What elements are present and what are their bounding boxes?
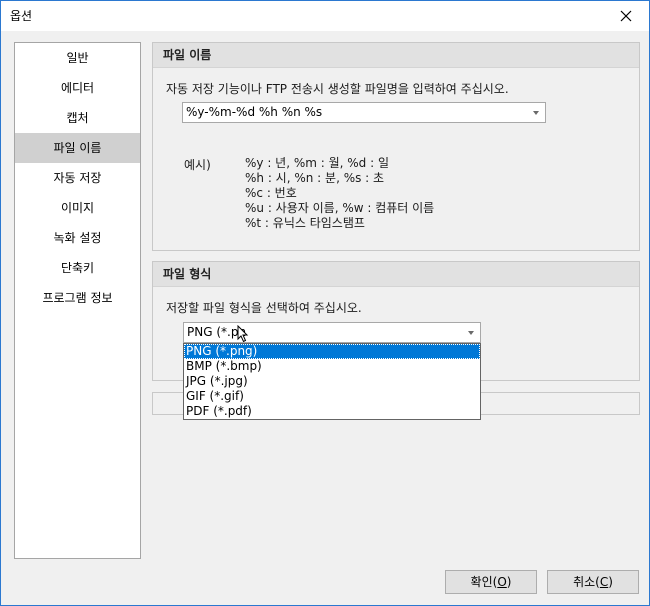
- file-format-dropdown-list: PNG (*.png) BMP (*.bmp) JPG (*.jpg) GIF …: [183, 343, 481, 420]
- chevron-down-icon[interactable]: [533, 111, 539, 115]
- example-line: %y : 년, %m : 월, %d : 일: [245, 156, 390, 170]
- format-option-bmp[interactable]: BMP (*.bmp): [184, 359, 480, 374]
- cancel-button-label-end: ): [608, 575, 613, 589]
- file-format-panel-header: 파일 형식: [153, 262, 639, 287]
- filename-pattern-value: %y-%m-%d %h %n %s: [186, 105, 323, 119]
- example-line: %t : 유닉스 타임스탬프: [245, 216, 365, 230]
- sidebar-item-filename[interactable]: 파일 이름: [15, 133, 140, 163]
- cancel-button-accelerator: C: [599, 575, 609, 589]
- sidebar-item-autosave[interactable]: 자동 저장: [15, 163, 140, 193]
- format-option-jpg[interactable]: JPG (*.jpg): [184, 374, 480, 389]
- example-line: %c : 번호: [245, 186, 297, 200]
- example-lines: %y : 년, %m : 월, %d : 일 %h : 시, %n : 분, %…: [245, 156, 434, 231]
- example-line: %h : 시, %n : 분, %s : 초: [245, 171, 385, 185]
- cancel-button[interactable]: 취소(C): [547, 570, 639, 594]
- sidebar-item-general[interactable]: 일반: [15, 43, 140, 73]
- format-option-pdf[interactable]: PDF (*.pdf): [184, 404, 480, 419]
- file-format-combo[interactable]: PNG (*.pn: [183, 322, 481, 343]
- filename-panel: 파일 이름 자동 저장 기능이나 FTP 전송시 생성할 파일명을 입력하여 주…: [152, 42, 640, 251]
- example-line: %u : 사용자 이름, %w : 컴퓨터 이름: [245, 201, 435, 215]
- close-button[interactable]: [603, 1, 649, 31]
- ok-button-accelerator: O: [497, 575, 507, 589]
- filename-pattern-combo[interactable]: %y-%m-%d %h %n %s: [182, 102, 546, 123]
- ok-button-label: 확인(: [470, 575, 498, 589]
- ok-button[interactable]: 확인(O): [445, 570, 537, 594]
- sidebar-item-image[interactable]: 이미지: [15, 193, 140, 223]
- title-bar: 옵션: [1, 1, 649, 31]
- file-format-description: 저장할 파일 형식을 선택하여 주십시오.: [166, 301, 362, 315]
- filename-panel-header: 파일 이름: [153, 43, 639, 68]
- chevron-down-icon[interactable]: [468, 331, 474, 335]
- sidebar-item-editor[interactable]: 에디터: [15, 73, 140, 103]
- example-label: 예시): [184, 158, 211, 172]
- sidebar-item-about[interactable]: 프로그램 정보: [15, 283, 140, 313]
- category-sidebar: 일반 에디터 캡처 파일 이름 자동 저장 이미지 녹화 설정 단축키 프로그램…: [14, 42, 141, 559]
- filename-description: 자동 저장 기능이나 FTP 전송시 생성할 파일명을 입력하여 주십시오.: [166, 82, 509, 96]
- sidebar-item-shortcuts[interactable]: 단축키: [15, 253, 140, 283]
- ok-button-label-end: ): [506, 575, 512, 589]
- sidebar-item-recording[interactable]: 녹화 설정: [15, 223, 140, 253]
- format-option-png[interactable]: PNG (*.png): [184, 344, 480, 359]
- options-dialog: 옵션 일반 에디터 캡처 파일 이름 자동 저장 이미지 녹화 설정 단축키 프…: [0, 0, 650, 606]
- cancel-button-label: 취소(: [573, 575, 600, 589]
- mouse-cursor-icon: [237, 325, 249, 343]
- format-option-gif[interactable]: GIF (*.gif): [184, 389, 480, 404]
- window-title: 옵션: [10, 9, 33, 23]
- close-icon: [620, 10, 632, 22]
- sidebar-item-capture[interactable]: 캡처: [15, 103, 140, 133]
